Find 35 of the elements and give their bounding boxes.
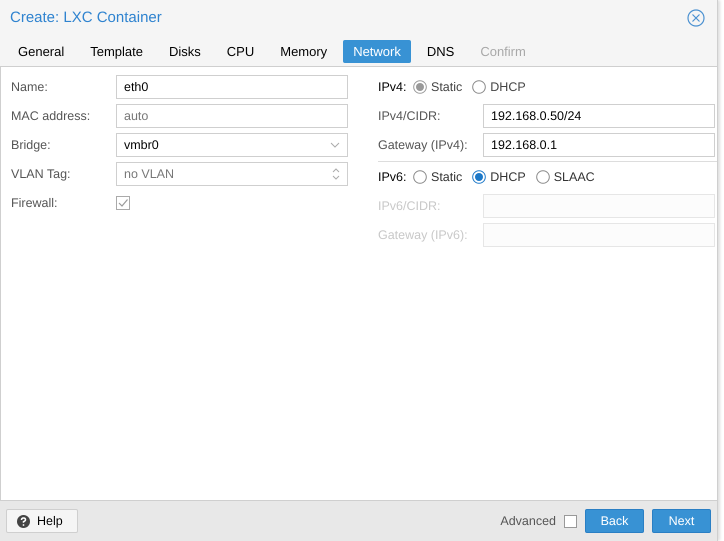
tab[interactable]: Memory [270,40,338,63]
tab[interactable]: General [8,40,74,63]
radio-button[interactable] [536,170,550,184]
dropdown-field[interactable]: vmbr0 [116,132,348,156]
advanced-checkbox[interactable] [564,514,577,528]
field-label: IPv6: [378,170,408,184]
field-label: Name: [11,80,49,94]
radio-option[interactable]: DHCP [472,170,526,184]
input-field[interactable]: eth0 [116,74,348,98]
advanced-label: Advanced [500,514,556,528]
radio-option[interactable]: SLAAC [536,170,595,184]
field-label: MAC address: [11,108,92,122]
question-icon [17,514,30,528]
field-label: Bridge: [11,138,52,152]
radio-button[interactable] [472,170,486,184]
spinner-field[interactable]: no VLAN [116,162,348,186]
tab[interactable]: Disks [159,40,211,63]
radio-option[interactable]: Static [413,170,462,184]
help-button[interactable]: Help [6,509,78,533]
radio-button[interactable] [413,170,427,184]
field-label: IPv4/CIDR: [378,108,442,122]
field-label: Gateway (IPv4): [378,138,469,152]
input-field[interactable]: 192.168.0.1 [483,132,715,156]
window-title: Create: LXC Container [10,9,162,26]
input-field[interactable]: auto [116,104,348,128]
field-label: IPv4: [378,80,408,94]
tab[interactable]: Template [80,40,153,63]
field-label: Firewall: [11,196,59,210]
input-field[interactable]: 192.168.0.50/24 [483,104,715,128]
chevron-down-icon [330,142,340,148]
field-label: VLAN Tag: [11,166,72,180]
spinner-arrows-icon [332,166,340,180]
tab[interactable]: DNS [416,40,464,63]
close-icon[interactable] [687,8,705,26]
tab[interactable]: CPU [216,40,264,63]
